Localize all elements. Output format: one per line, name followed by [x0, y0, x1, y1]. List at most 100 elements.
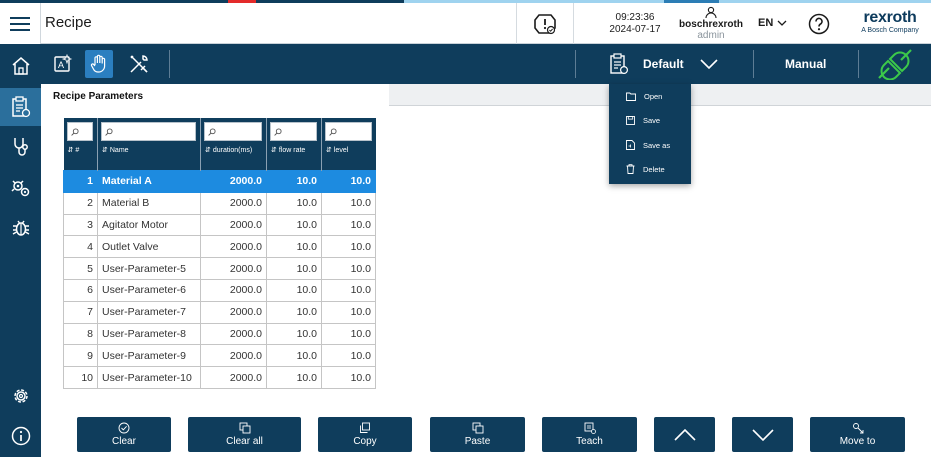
cell-duration[interactable]: 2000.0: [200, 344, 267, 368]
search-icon: [329, 127, 337, 136]
sidebar-item-settings[interactable]: [0, 377, 41, 415]
teach-button[interactable]: Teach: [542, 417, 637, 452]
sidebar-item-recipe[interactable]: [0, 88, 41, 126]
column-header-duration[interactable]: ⇵ duration(ms): [200, 118, 267, 171]
table-row[interactable]: 3 Agitator Motor 2000.0 10.0 10.0: [63, 213, 376, 237]
cell-name[interactable]: User-Parameter-5: [97, 257, 201, 280]
cell-flow-rate[interactable]: 10.0: [266, 300, 322, 324]
cell-flow-rate[interactable]: 10.0: [266, 170, 322, 193]
cell-name[interactable]: Material B: [97, 191, 201, 215]
cell-name[interactable]: User-Parameter-9: [97, 344, 201, 368]
column-header-flow-rate[interactable]: ⇵ flow rate: [266, 118, 322, 171]
menu-item-open[interactable]: Open: [609, 84, 691, 108]
table-row[interactable]: 10 User-Parameter-10 2000.0 10.0 10.0: [63, 366, 376, 389]
cell-flow-rate[interactable]: 10.0: [266, 322, 322, 346]
cell-flow-rate[interactable]: 10.0: [266, 278, 322, 302]
toolbar: A Default Manual: [41, 44, 931, 84]
recipe-selector[interactable]: Default: [609, 53, 718, 75]
sidebar-item-home[interactable]: [0, 47, 41, 85]
cell-duration[interactable]: 2000.0: [200, 366, 267, 389]
connection-plug-icon: [878, 49, 912, 80]
cell-level[interactable]: 10.0: [321, 235, 376, 259]
cell-level[interactable]: 10.0: [321, 213, 376, 237]
cell-duration[interactable]: 2000.0: [200, 170, 267, 193]
column-header-index[interactable]: ⇵ #: [63, 118, 98, 171]
hamburger-icon: [10, 16, 30, 31]
user-account[interactable]: boschrexroth admin: [673, 3, 749, 41]
table-row[interactable]: 1 Material A 2000.0 10.0 10.0: [63, 170, 376, 193]
copy-button[interactable]: Copy: [318, 417, 412, 452]
paste-button[interactable]: Paste: [430, 417, 525, 452]
manual-mode-button[interactable]: [85, 50, 113, 78]
help-button[interactable]: [807, 12, 831, 36]
auto-mode-button[interactable]: A: [49, 50, 77, 78]
cell-name[interactable]: User-Parameter-10: [97, 366, 201, 389]
filter-input-level[interactable]: [325, 122, 372, 141]
cell-level[interactable]: 10.0: [321, 170, 376, 193]
brand-name: rexroth: [863, 9, 917, 26]
connection-status[interactable]: [875, 49, 915, 80]
sidebar-item-debug[interactable]: [0, 209, 41, 247]
move-down-button[interactable]: [732, 417, 793, 452]
cell-flow-rate[interactable]: 10.0: [266, 344, 322, 368]
sidebar-item-diagnostics[interactable]: [0, 128, 41, 166]
recipe-clipboard-icon: [11, 96, 30, 118]
filter-input-index[interactable]: [66, 122, 93, 141]
table-row[interactable]: 2 Material B 2000.0 10.0 10.0: [63, 191, 376, 215]
cell-name[interactable]: Outlet Valve: [97, 235, 201, 259]
cell-level[interactable]: 10.0: [321, 278, 376, 302]
cell-name[interactable]: User-Parameter-6: [97, 278, 201, 302]
cell-duration[interactable]: 2000.0: [200, 257, 267, 280]
table-row[interactable]: 8 User-Parameter-8 2000.0 10.0 10.0: [63, 322, 376, 346]
cell-name[interactable]: User-Parameter-8: [97, 322, 201, 346]
cell-duration[interactable]: 2000.0: [200, 322, 267, 346]
cell-level[interactable]: 10.0: [321, 300, 376, 324]
column-header-name[interactable]: ⇵ Name: [97, 118, 201, 171]
menu-item-save-as[interactable]: Save as: [609, 133, 691, 157]
cell-level[interactable]: 10.0: [321, 322, 376, 346]
move-to-button[interactable]: Move to: [810, 417, 905, 452]
hamburger-menu-button[interactable]: [0, 3, 41, 44]
table-row[interactable]: 7 User-Parameter-7 2000.0 10.0 10.0: [63, 300, 376, 324]
cell-duration[interactable]: 2000.0: [200, 213, 267, 237]
cell-level[interactable]: 10.0: [321, 191, 376, 215]
cell-flow-rate[interactable]: 10.0: [266, 213, 322, 237]
menu-item-delete[interactable]: Delete: [609, 157, 691, 181]
alarm-button[interactable]: [531, 11, 559, 37]
cell-level[interactable]: 10.0: [321, 366, 376, 389]
table-row[interactable]: 4 Outlet Valve 2000.0 10.0 10.0: [63, 235, 376, 259]
cell-name[interactable]: User-Parameter-7: [97, 300, 201, 324]
clear-button[interactable]: Clear: [77, 417, 171, 452]
recipe-name: Default: [643, 57, 684, 71]
cell-level[interactable]: 10.0: [321, 344, 376, 368]
cell-flow-rate[interactable]: 10.0: [266, 257, 322, 280]
service-tools-button[interactable]: [125, 50, 153, 78]
sidebar-item-settings-machine[interactable]: [0, 169, 41, 207]
chevron-down-icon: [700, 59, 718, 69]
cell-name[interactable]: Agitator Motor: [97, 213, 201, 237]
cell-duration[interactable]: 2000.0: [200, 278, 267, 302]
cell-flow-rate[interactable]: 10.0: [266, 235, 322, 259]
move-up-button[interactable]: [654, 417, 715, 452]
filter-input-name[interactable]: [101, 122, 196, 141]
column-header-level[interactable]: ⇵ level: [321, 118, 376, 171]
cell-duration[interactable]: 2000.0: [200, 191, 267, 215]
trash-icon: [626, 164, 635, 174]
cell-index: 5: [63, 257, 98, 280]
cell-name[interactable]: Material A: [97, 170, 201, 193]
cell-flow-rate[interactable]: 10.0: [266, 191, 322, 215]
menu-item-save[interactable]: Save: [609, 108, 691, 132]
sidebar-item-info[interactable]: [0, 417, 41, 455]
clear-all-icon: [239, 422, 250, 434]
cell-level[interactable]: 10.0: [321, 257, 376, 280]
cell-duration[interactable]: 2000.0: [200, 235, 267, 259]
language-selector[interactable]: EN: [758, 17, 787, 29]
cell-flow-rate[interactable]: 10.0: [266, 366, 322, 389]
table-row[interactable]: 6 User-Parameter-6 2000.0 10.0 10.0: [63, 278, 376, 302]
table-row[interactable]: 5 User-Parameter-5 2000.0 10.0 10.0: [63, 257, 376, 280]
filter-input-flow-rate[interactable]: [270, 122, 317, 141]
filter-input-duration[interactable]: [204, 122, 262, 141]
clear-all-button[interactable]: Clear all: [188, 417, 301, 452]
cell-duration[interactable]: 2000.0: [200, 300, 267, 324]
table-row[interactable]: 9 User-Parameter-9 2000.0 10.0 10.0: [63, 344, 376, 368]
